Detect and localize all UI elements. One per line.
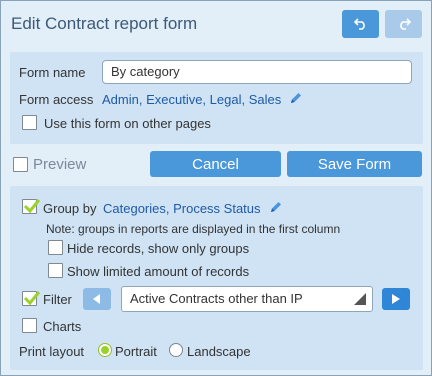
group-by-label: Group by <box>43 201 97 216</box>
filter-prev-button[interactable] <box>83 288 111 310</box>
charts-label: Charts <box>43 319 82 334</box>
form-settings-panel: Form name By category Form access Admin,… <box>10 52 423 144</box>
group-by-link[interactable]: Categories, Process Status <box>103 201 261 216</box>
dialog-title: Edit Contract report form <box>11 14 198 33</box>
filter-checkbox[interactable] <box>22 291 41 306</box>
arrow-left-icon <box>93 294 100 304</box>
landscape-label: Landscape <box>187 344 251 359</box>
redo-icon <box>399 18 411 30</box>
group-note: Note: groups in reports are displayed in… <box>46 222 341 236</box>
filter-select-value: Active Contracts other than IP <box>130 291 303 306</box>
dropdown-corner-icon <box>354 293 366 305</box>
landscape-radio[interactable] <box>169 343 183 357</box>
edit-report-form-dialog: Edit Contract report form Form name By c… <box>0 0 432 376</box>
filter-label: Filter <box>43 292 72 307</box>
limited-records-checkbox[interactable] <box>48 263 63 278</box>
use-on-other-pages-label: Use this form on other pages <box>44 116 211 131</box>
pencil-icon[interactable] <box>269 200 283 214</box>
hide-records-checkbox[interactable] <box>48 240 63 255</box>
charts-checkbox[interactable] <box>22 318 37 333</box>
checkmark-icon <box>23 291 41 306</box>
undo-icon <box>353 18 365 30</box>
portrait-radio[interactable] <box>98 343 112 357</box>
cancel-button[interactable]: Cancel <box>150 151 281 177</box>
preview-checkbox[interactable] <box>13 157 28 172</box>
group-by-checkbox[interactable] <box>22 199 41 214</box>
report-options-panel: Group by Categories, Process Status Note… <box>10 186 423 370</box>
filter-select[interactable]: Active Contracts other than IP <box>121 286 373 312</box>
checkmark-icon <box>23 199 41 214</box>
form-access-label: Form access <box>19 92 94 107</box>
hide-records-label: Hide records, show only groups <box>67 241 250 256</box>
undo-button[interactable] <box>342 10 379 38</box>
use-on-other-pages-checkbox[interactable] <box>22 115 37 130</box>
form-access-link[interactable]: Admin, Executive, Legal, Sales <box>102 92 281 107</box>
limited-records-label: Show limited amount of records <box>67 264 250 279</box>
pencil-icon[interactable] <box>289 91 303 105</box>
form-name-input[interactable]: By category <box>102 60 412 84</box>
portrait-label: Portrait <box>115 344 157 359</box>
redo-button[interactable] <box>385 10 422 38</box>
print-layout-label: Print layout <box>19 344 85 359</box>
arrow-right-icon <box>392 294 400 304</box>
filter-next-button[interactable] <box>382 288 410 310</box>
save-form-button[interactable]: Save Form <box>287 151 422 177</box>
form-name-label: Form name <box>19 65 86 80</box>
preview-label: Preview <box>33 156 87 173</box>
